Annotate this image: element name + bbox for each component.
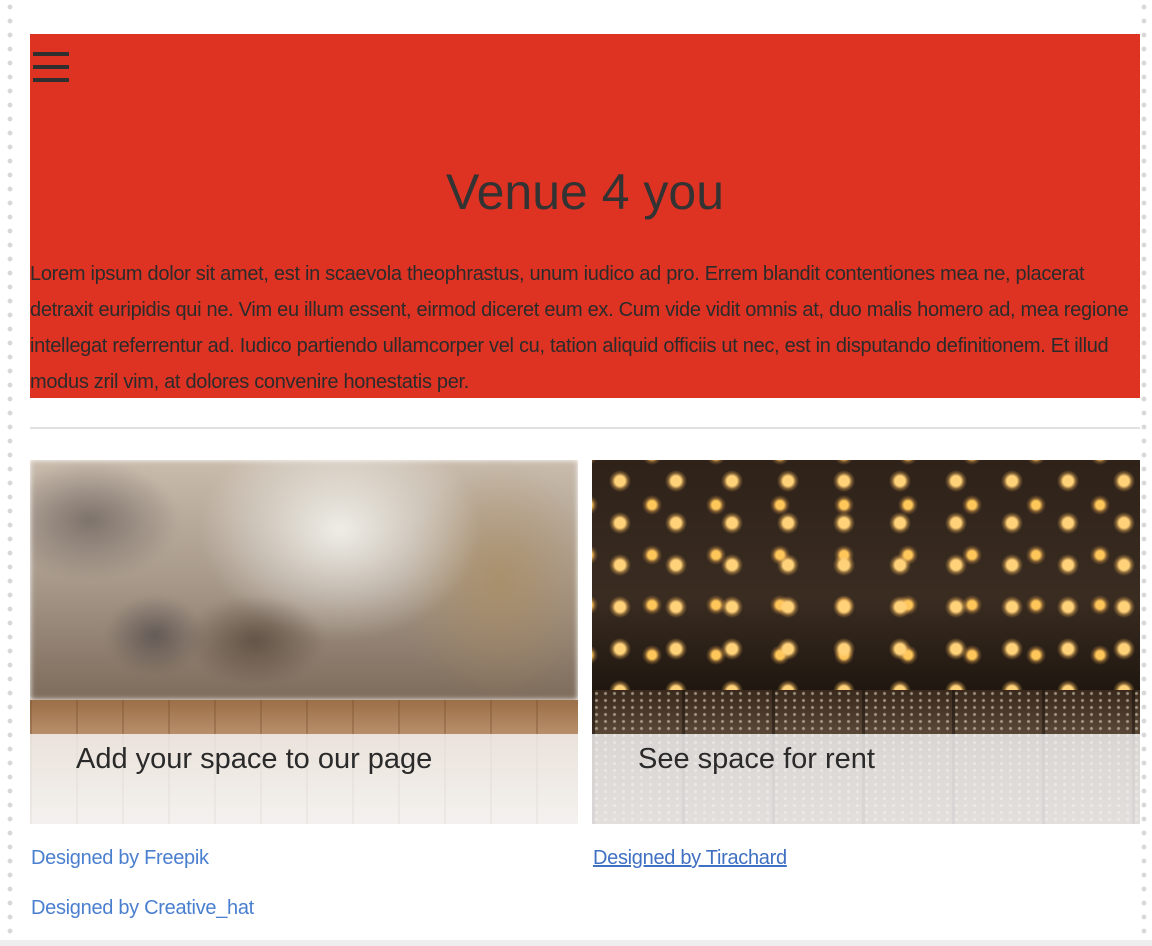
menu-bar (33, 78, 69, 82)
cafe-photo (30, 460, 578, 700)
hamburger-menu-icon[interactable] (33, 52, 69, 82)
page-title: Venue 4 you (445, 164, 725, 220)
section-divider (30, 427, 1140, 429)
dotted-border-right (1140, 0, 1148, 946)
menu-bar (33, 65, 69, 69)
see-space-card[interactable]: See space for rent (592, 460, 1140, 824)
dotted-border-left (6, 0, 14, 946)
add-space-caption: Add your space to our page (76, 743, 433, 775)
card-caption-box: Add your space to our page (30, 734, 578, 824)
intro-text: Lorem ipsum dolor sit amet, est in scaev… (30, 263, 1129, 393)
see-space-caption: See space for rent (638, 743, 875, 775)
credit-link-freepik[interactable]: Designed by Freepik (31, 845, 209, 871)
hero-header: Venue 4 you Lorem ipsum dolor sit amet, … (30, 34, 1140, 398)
menu-bar (33, 52, 69, 56)
card-caption-box: See space for rent (592, 734, 1140, 824)
add-space-card[interactable]: Add your space to our page (30, 460, 578, 824)
credit-link-tirachard[interactable]: Designed by Tirachard (593, 845, 787, 871)
bottom-strip (0, 940, 1152, 946)
credit-link-creative-hat[interactable]: Designed by Creative_hat (31, 895, 254, 921)
bokeh-lights-photo (592, 460, 1140, 690)
